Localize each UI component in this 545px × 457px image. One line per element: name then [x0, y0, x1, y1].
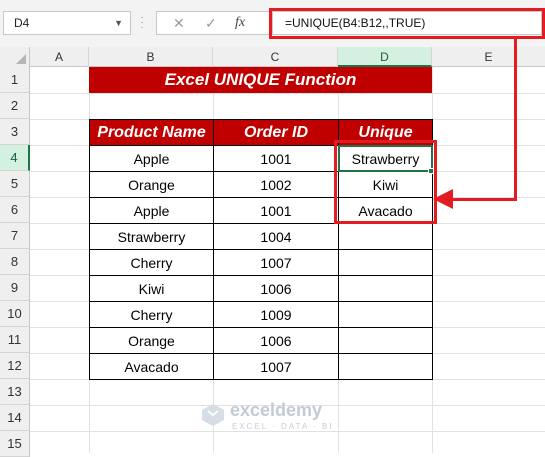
- row-header-3[interactable]: 3: [0, 119, 30, 145]
- row-header-9[interactable]: 9: [0, 275, 30, 301]
- cell-product[interactable]: Apple: [89, 197, 214, 224]
- row-header-7[interactable]: 7: [0, 223, 30, 249]
- row-header-4[interactable]: 4: [0, 145, 30, 171]
- result-highlight-box: [334, 140, 437, 224]
- drag-handle-icon[interactable]: · · ·: [139, 13, 145, 33]
- column-header-e[interactable]: E: [432, 47, 545, 67]
- name-box-value: D4: [14, 16, 30, 30]
- arrow-left-icon: [433, 189, 453, 209]
- cell-product[interactable]: Orange: [89, 171, 214, 198]
- row-header-10[interactable]: 10: [0, 301, 30, 327]
- cell-unique[interactable]: [338, 249, 433, 276]
- row-header-14[interactable]: 14: [0, 405, 30, 431]
- gridline: [30, 93, 545, 94]
- cell-order-id[interactable]: 1001: [213, 197, 339, 224]
- row-header-5[interactable]: 5: [0, 171, 30, 197]
- row-header-6[interactable]: 6: [0, 197, 30, 223]
- column-header-b[interactable]: B: [89, 47, 213, 67]
- formula-highlight-box: [269, 8, 545, 39]
- cell-product[interactable]: Avacado: [89, 353, 214, 380]
- watermark: exceldemy EXCEL · DATA · BI: [200, 400, 360, 440]
- insert-function-icon[interactable]: fx: [235, 12, 245, 34]
- row-header-15[interactable]: 15: [0, 431, 30, 457]
- cell-unique[interactable]: [338, 223, 433, 250]
- name-box[interactable]: D4 ▼: [3, 11, 131, 35]
- row-header-1[interactable]: 1: [0, 67, 30, 93]
- enter-icon[interactable]: ✓: [205, 12, 217, 34]
- row-header-11[interactable]: 11: [0, 327, 30, 353]
- watermark-name: exceldemy: [230, 400, 323, 420]
- column-header-c[interactable]: C: [213, 47, 338, 67]
- cell-order-id[interactable]: 1001: [213, 145, 339, 172]
- sheet-title[interactable]: Excel UNIQUE Function: [89, 67, 432, 93]
- cell-order-id[interactable]: 1006: [213, 275, 339, 302]
- header-order-id[interactable]: Order ID: [213, 119, 339, 146]
- cell-order-id[interactable]: 1004: [213, 223, 339, 250]
- row-header-12[interactable]: 12: [0, 353, 30, 379]
- cell-order-id[interactable]: 1009: [213, 301, 339, 328]
- cell-unique[interactable]: [338, 353, 433, 380]
- chevron-down-icon[interactable]: ▼: [114, 12, 123, 34]
- row-header-13[interactable]: 13: [0, 379, 30, 405]
- cell-product[interactable]: Strawberry: [89, 223, 214, 250]
- row-header-2[interactable]: 2: [0, 93, 30, 119]
- cell-product[interactable]: Cherry: [89, 249, 214, 276]
- cell-order-id[interactable]: 1002: [213, 171, 339, 198]
- column-header-d[interactable]: D: [338, 47, 432, 67]
- column-headers: A B C D E: [0, 47, 545, 67]
- annotation-connector: [450, 198, 517, 201]
- cell-order-id[interactable]: 1006: [213, 327, 339, 354]
- column-header-a[interactable]: A: [30, 47, 89, 67]
- formula-buttons: ✕ ✓ fx: [156, 11, 270, 35]
- cell-product[interactable]: Kiwi: [89, 275, 214, 302]
- cell-unique[interactable]: [338, 275, 433, 302]
- cell-product[interactable]: Cherry: [89, 301, 214, 328]
- cell-order-id[interactable]: 1007: [213, 353, 339, 380]
- cell-unique[interactable]: [338, 327, 433, 354]
- cell-unique[interactable]: [338, 301, 433, 328]
- annotation-connector: [514, 39, 517, 201]
- watermark-tagline: EXCEL · DATA · BI: [232, 422, 334, 431]
- cancel-icon[interactable]: ✕: [173, 12, 185, 34]
- row-header-8[interactable]: 8: [0, 249, 30, 275]
- exceldemy-logo-icon: [202, 404, 224, 426]
- select-all-button[interactable]: [0, 47, 30, 67]
- cell-order-id[interactable]: 1007: [213, 249, 339, 276]
- header-product-name[interactable]: Product Name: [89, 119, 214, 146]
- cell-product[interactable]: Orange: [89, 327, 214, 354]
- cell-product[interactable]: Apple: [89, 145, 214, 172]
